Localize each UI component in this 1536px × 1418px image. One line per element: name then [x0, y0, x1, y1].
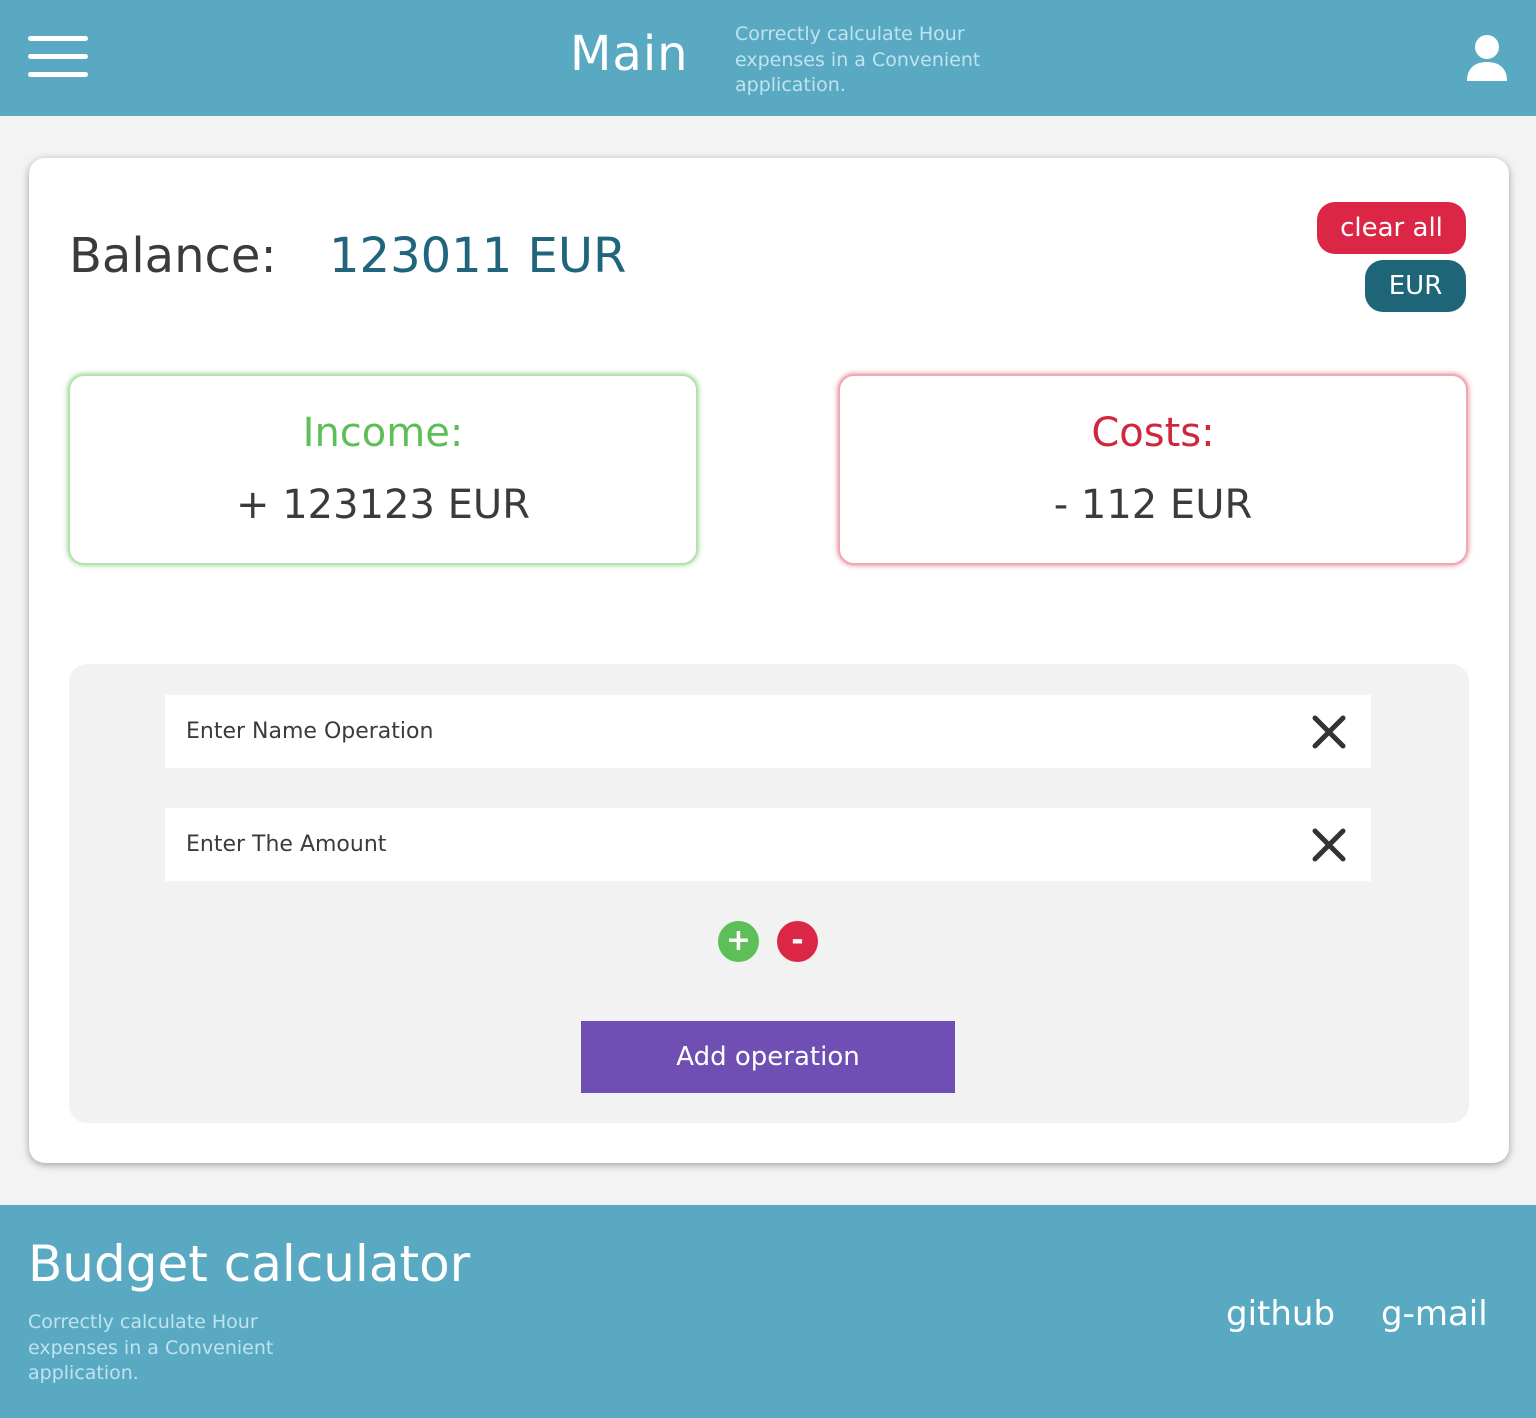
amount-field [165, 808, 1371, 881]
hamburger-menu-icon[interactable] [28, 36, 88, 78]
costs-label: Costs: [1091, 410, 1215, 456]
balance-value: 123011 EUR [329, 228, 627, 284]
menu-bar [28, 72, 88, 77]
user-icon[interactable] [1466, 34, 1508, 82]
costs-panel: Costs: - 112 EUR [838, 374, 1468, 565]
close-icon[interactable] [1312, 828, 1346, 862]
menu-bar [28, 54, 88, 59]
app-footer: Budget calculator Correctly calculate Ho… [0, 1205, 1536, 1418]
footer-title: Budget calculator [28, 1235, 471, 1293]
income-panel: Income: + 123123 EUR [68, 374, 698, 565]
operation-form: + - Add operation [69, 664, 1469, 1123]
footer-tagline: Correctly calculate Hour expenses in a C… [28, 1311, 274, 1384]
add-operation-button[interactable]: Add operation [581, 1021, 955, 1093]
costs-value: - 112 EUR [1053, 482, 1253, 528]
balance-label: Balance: [69, 228, 277, 284]
name-field [165, 695, 1371, 768]
close-icon[interactable] [1312, 715, 1346, 749]
income-label: Income: [302, 410, 464, 456]
operation-name-input[interactable] [165, 695, 1285, 768]
menu-bar [28, 36, 88, 41]
cost-toggle-button[interactable]: - [777, 921, 818, 962]
income-toggle-button[interactable]: + [718, 921, 759, 962]
gmail-link[interactable]: g-mail [1381, 1294, 1488, 1334]
app-header: Main Correctly calculate Hour expenses i… [0, 0, 1536, 116]
income-value: + 123123 EUR [236, 482, 530, 528]
github-link[interactable]: github [1226, 1294, 1335, 1334]
currency-button[interactable]: EUR [1365, 260, 1466, 312]
budget-card: Balance: 123011 EUR clear all EUR Income… [29, 158, 1509, 1163]
header-tagline: Correctly calculate Hour expenses in a C… [735, 23, 981, 96]
clear-all-button[interactable]: clear all [1317, 202, 1466, 254]
amount-input[interactable] [165, 808, 1285, 881]
page-title: Main [570, 26, 689, 82]
